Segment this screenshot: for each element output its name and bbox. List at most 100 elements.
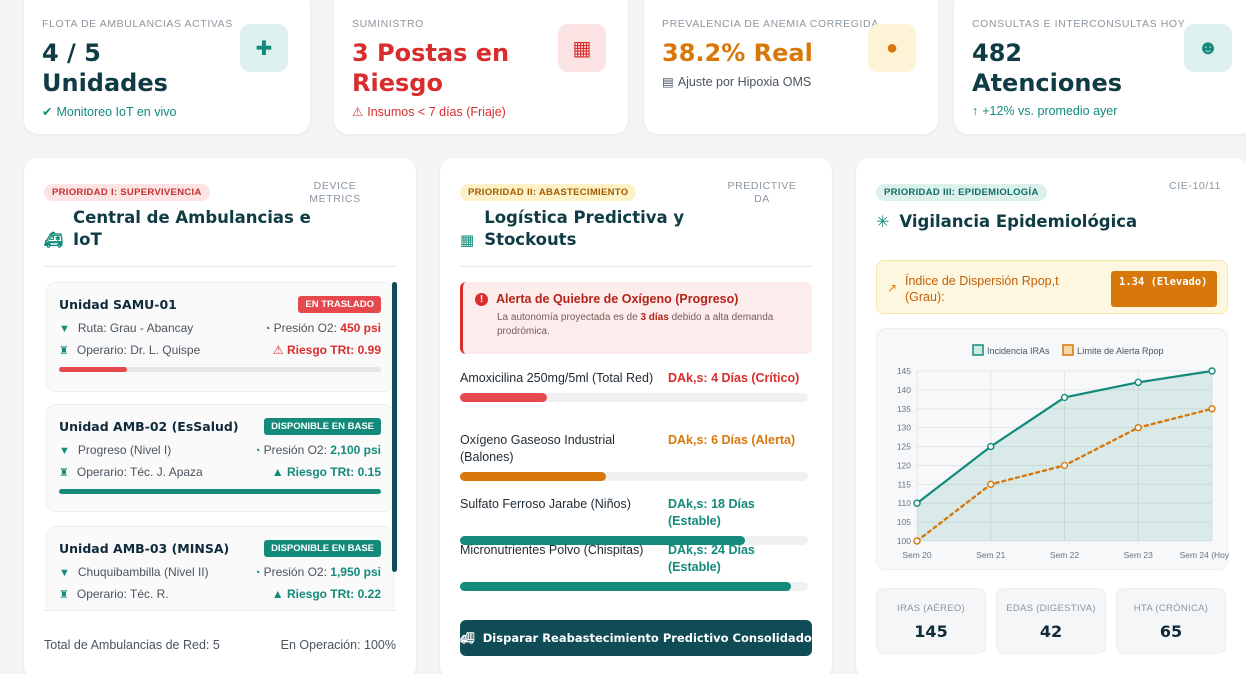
unit-progress-bar bbox=[59, 489, 381, 494]
priority-badge: PRIORIDAD I: SUPERVIVENCIA bbox=[44, 184, 210, 201]
index-label: Índice de Dispersión Rpop,t (Grau): bbox=[905, 274, 1059, 304]
stat-box: HTA (CRÓNICA) 65 bbox=[1116, 588, 1226, 654]
arrow-up-circle-icon: ↑ bbox=[972, 104, 979, 118]
x-tick-label: Sem 22 bbox=[1050, 550, 1080, 560]
unit-operator: Operario: Dr. L. Quispe bbox=[76, 343, 201, 357]
supply-name: Sulfato Ferroso Jarabe (Niños) bbox=[460, 497, 631, 511]
stat-value: 42 bbox=[1039, 622, 1063, 641]
dispersion-index: ↗ Índice de Dispersión Rpop,t (Grau): 1.… bbox=[876, 260, 1228, 314]
y-tick-label: 110 bbox=[897, 498, 911, 508]
y-tick-label: 145 bbox=[897, 366, 911, 376]
data-point bbox=[1060, 393, 1069, 402]
legend-swatch bbox=[972, 344, 984, 356]
y-tick-label: 115 bbox=[897, 479, 911, 489]
supply-bar bbox=[460, 472, 808, 481]
y-tick-label: 105 bbox=[897, 517, 911, 527]
unit-route: Chuquibambilla (Nivel II) bbox=[77, 565, 209, 579]
ambulance-panel: PRIORIDAD I: SUPERVIVENCIA DEVICE METRIC… bbox=[24, 158, 416, 674]
check-circle-icon: ✔ bbox=[42, 105, 53, 119]
unit-operator: Operario: Téc. R. bbox=[76, 587, 169, 601]
kpi-value: 482 Atenciones bbox=[972, 39, 1122, 97]
stat-label: HTA (CRÓNICA) bbox=[1133, 603, 1209, 614]
oxygen-pressure: 1,950 psi bbox=[330, 565, 381, 579]
stat-label: IRAS (AÉREO) bbox=[897, 603, 965, 614]
warning-icon: ⚠ bbox=[272, 343, 284, 357]
ambulance-total: Total de Ambulancias de Red: 5 bbox=[44, 638, 220, 652]
supply-days: DAk,s: 6 Días (Alerta) bbox=[668, 433, 796, 447]
scrollbar[interactable] bbox=[392, 282, 397, 572]
stat-box: IRAS (AÉREO) 145 bbox=[876, 588, 986, 654]
epi-chart: Incidencia IRAs Límite de Alerta Rpop 100 1… bbox=[876, 328, 1232, 570]
supply-item: Micronutrientes Polvo (Chispitas) DAk,s:… bbox=[460, 542, 808, 591]
boxes-icon: ▦ bbox=[460, 231, 475, 249]
data-point bbox=[1134, 423, 1142, 432]
panel-title: Central de Ambulancias e IoT bbox=[73, 208, 311, 249]
supply-bar bbox=[460, 582, 808, 591]
stat-value: 65 bbox=[1159, 622, 1183, 641]
legend-label: Límite de Alerta Rpop bbox=[1077, 346, 1164, 356]
data-point bbox=[987, 442, 995, 451]
oxygen-pressure: 2,100 psi bbox=[330, 443, 381, 457]
stat-label: EDAS (DIGESTIVA) bbox=[1006, 603, 1096, 614]
kpi-subtext: ↑ +12% vs. promedio ayer bbox=[972, 104, 1118, 118]
priority-badge: PRIORIDAD III: EPIDEMIOLOGÍA bbox=[876, 184, 1047, 201]
gauge-icon: ◔ bbox=[253, 567, 261, 579]
gauge-icon: ◔ bbox=[263, 323, 271, 335]
panel-tag: DEVICE METRICS bbox=[309, 180, 361, 205]
truck-icon: 🚚︎ bbox=[460, 631, 475, 645]
replenish-button[interactable]: 🚚︎ Disparar Reabastecimiento Predictivo … bbox=[460, 620, 812, 656]
data-point bbox=[1208, 367, 1216, 375]
ambulance-list[interactable]: Unidad SAMU-01 EN TRASLADO ▼ Ruta: Grau -… bbox=[24, 278, 416, 610]
ambulance-card[interactable]: Unidad AMB-02 (EsSalud) DISPONIBLE EN BA… bbox=[46, 404, 394, 512]
oxygen-pressure: 450 psi bbox=[340, 321, 381, 335]
unit-route: Ruta: Grau - Abancay bbox=[77, 321, 194, 335]
ambulance-card[interactable]: Unidad SAMU-01 EN TRASLADO ▼ Ruta: Grau -… bbox=[46, 282, 394, 392]
panel-tag: PREDICTIVE DA bbox=[727, 180, 797, 205]
data-point bbox=[987, 480, 995, 489]
kpi-card: FLOTA DE AMBULANCIAS ACTIVAS 4 / 5 Unida… bbox=[24, 0, 310, 134]
panel-tag: CIE-10/11 bbox=[1169, 180, 1221, 192]
unit-name: Unidad AMB-03 (MINSA) bbox=[59, 541, 230, 556]
status-badge: EN TRASLADO bbox=[298, 296, 381, 313]
supply-days: DAk,s: 18 Días (Estable) bbox=[668, 497, 755, 528]
legend-swatch bbox=[1062, 344, 1074, 356]
y-tick-label: 120 bbox=[897, 460, 911, 470]
virus-icon: ✳ bbox=[876, 212, 890, 231]
alert-title: Alerta de Quiebre de Oxígeno (Progreso) bbox=[496, 292, 739, 306]
index-value: 1.34 (Elevado) bbox=[1111, 271, 1217, 307]
operator-icon: ♜ bbox=[59, 467, 69, 479]
kpi-subtext: ⚠ Insumos < 7 días (Friaje) bbox=[352, 104, 506, 120]
kpi-subtext: ▤ Ajuste por Hipoxia OMS bbox=[662, 74, 812, 90]
supply-days: DAk,s: 4 Días (Crítico) bbox=[668, 371, 800, 385]
triangle-icon: ▲ bbox=[271, 587, 284, 601]
operator-icon: ♜ bbox=[59, 345, 69, 357]
warning-icon: ⚠ bbox=[352, 105, 364, 119]
x-tick-label: Sem 24 (Hoy) bbox=[1180, 550, 1229, 560]
data-point bbox=[1134, 378, 1142, 387]
risk-score: ⚠ Riesgo TRt: 0.99 bbox=[272, 343, 381, 357]
boxes-icon: ▦ bbox=[558, 24, 606, 72]
trend-icon: ↗ bbox=[887, 281, 898, 295]
operator-icon: ♜ bbox=[59, 589, 69, 601]
supply-name: Micronutrientes Polvo (Chispitas) bbox=[460, 543, 644, 557]
kpi-card: CONSULTAS E INTERCONSULTAS HOY 482 Atenc… bbox=[954, 0, 1246, 134]
kpi-card: SUMINISTRO 3 Postas en Riesgo ⚠ Insumos … bbox=[334, 0, 628, 134]
kpi-card: PREVALENCIA DE ANEMIA CORREGIDA 38.2% Re… bbox=[644, 0, 938, 134]
alert-icon: ! bbox=[475, 292, 488, 306]
kpi-value: 38.2% Real bbox=[662, 39, 813, 67]
supply-item: Oxígeno Gaseoso Industrial (Balones) DAk… bbox=[460, 432, 808, 481]
unit-name: Unidad SAMU-01 bbox=[59, 297, 177, 312]
ambulance-card[interactable]: Unidad AMB-03 (MINSA) DISPONIBLE EN BASE… bbox=[46, 526, 394, 610]
x-tick-label: Sem 20 bbox=[902, 550, 932, 560]
y-tick-label: 135 bbox=[897, 404, 911, 414]
kpi-value: 3 Postas en Riesgo bbox=[352, 39, 510, 97]
unit-operator: Operario: Téc. J. Apaza bbox=[76, 465, 203, 479]
drop-icon: ● bbox=[868, 24, 916, 72]
supply-item: Sulfato Ferroso Jarabe (Niños) DAk,s: 18… bbox=[460, 496, 808, 545]
risk-score: ▲ Riesgo TRt: 0.15 bbox=[271, 465, 381, 479]
data-point bbox=[1208, 405, 1216, 413]
y-tick-label: 100 bbox=[897, 536, 911, 546]
location-icon: ▼ bbox=[59, 567, 70, 579]
location-icon: ▼ bbox=[59, 323, 70, 335]
unit-route: Progreso (Nivel I) bbox=[77, 443, 172, 457]
